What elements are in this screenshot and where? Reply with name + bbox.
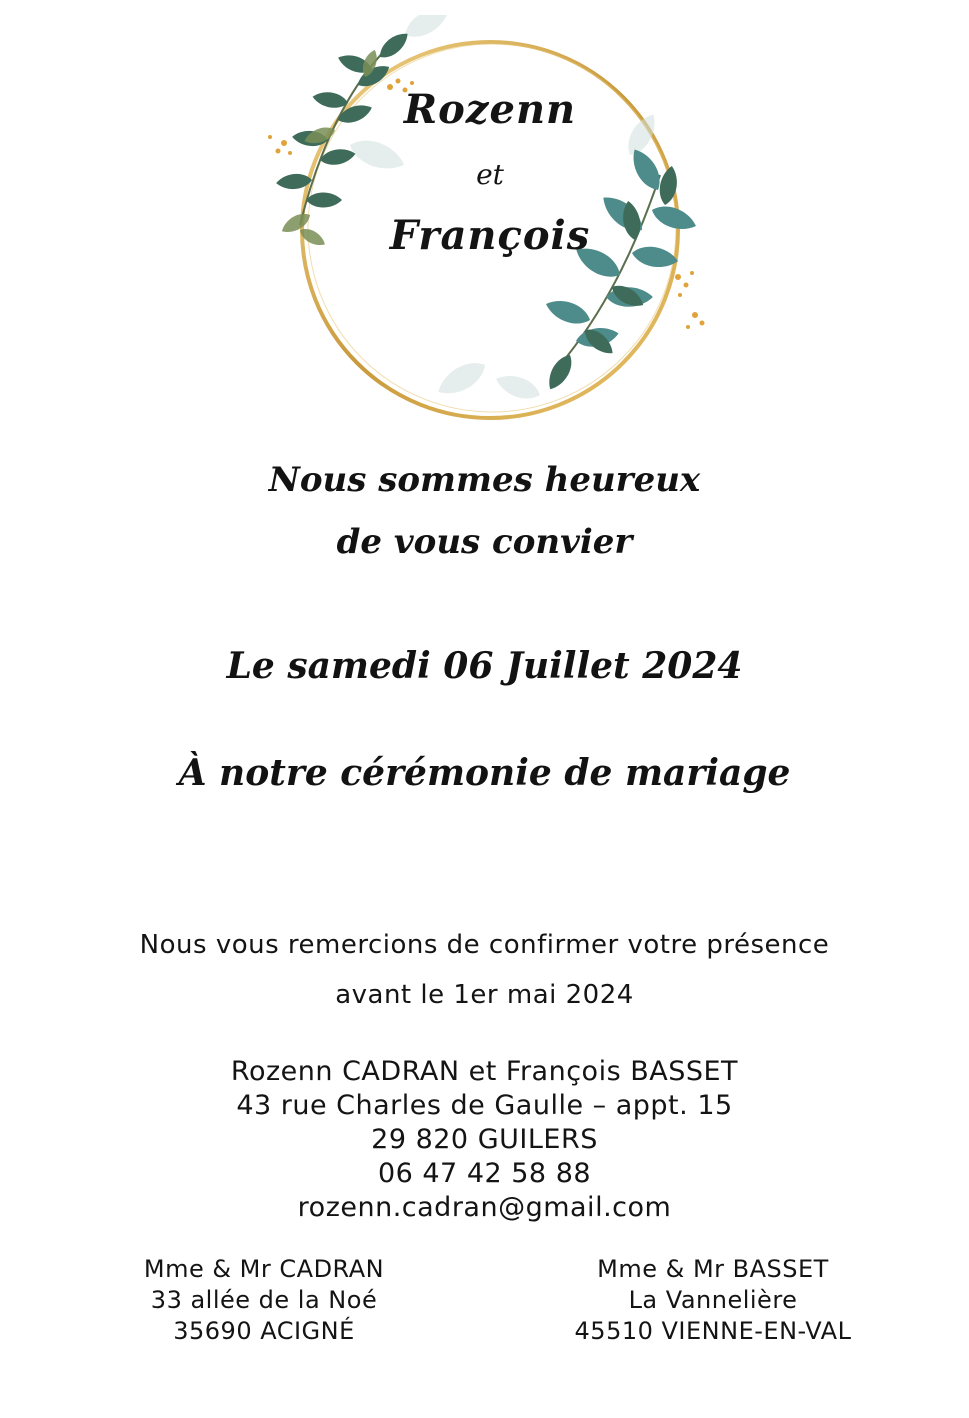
invitation-line-2: de vous convier [336,522,633,562]
contact-city: 29 820 GUILERS [371,1124,598,1155]
family-basset-block: Mme & Mr BASSET La Vannelière 45510 VIEN… [533,1254,893,1347]
berry-cluster-right [675,271,705,329]
contact-address: 43 rue Charles de Gaulle – appt. 15 [236,1090,733,1121]
rsvp-line-1: Nous vous remercions de confirmer votre … [139,930,830,960]
family-city: 35690 ACIGNÉ [173,1317,355,1345]
family-name: Mme & Mr CADRAN [143,1255,385,1283]
family-city: 45510 VIENNE-EN-VAL [574,1317,852,1345]
event-description: À notre cérémonie de mariage [178,752,791,794]
contact-names: Rozenn CADRAN et François BASSET [230,1056,739,1087]
family-address: La Vannelière [628,1286,798,1314]
groom-name: François [389,212,591,259]
contact-phone: 06 47 42 58 88 [377,1158,592,1189]
rsvp-deadline: avant le 1er mai 2024 [335,980,634,1010]
wedding-date: Le samedi 06 Juillet 2024 [226,645,743,687]
invitation-card: Rozenn et François Nous sommes heureux d… [0,0,969,1418]
conjunction-text: et [476,158,504,191]
contact-block: Rozenn CADRAN et François BASSET 43 rue … [0,1055,969,1225]
bride-name: Rozenn [403,86,577,133]
family-address: 33 allée de la Noé [150,1286,378,1314]
invitation-line-1: Nous sommes heureux [268,460,701,500]
family-cadran-block: Mme & Mr CADRAN 33 allée de la Noé 35690… [84,1254,444,1347]
family-name: Mme & Mr BASSET [597,1255,829,1283]
contact-email: rozenn.cadran@gmail.com [297,1192,672,1223]
